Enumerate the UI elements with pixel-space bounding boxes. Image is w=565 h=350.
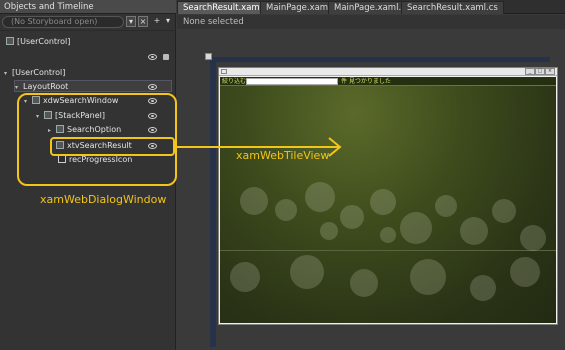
panel-header: Objects and Timeline — [0, 0, 176, 14]
tree-item-label: LayoutRoot — [23, 82, 69, 91]
bokeh-light — [230, 262, 260, 292]
dialog-content: 絞り込む 件 見つかりました — [220, 77, 556, 323]
tile-view-highlight — [50, 137, 175, 156]
close-button[interactable]: × — [545, 68, 555, 75]
dialog-window-callout: xamWebDialogWindow — [40, 193, 167, 206]
window-icon — [221, 69, 227, 74]
panel-title: Objects and Timeline — [4, 2, 94, 12]
bokeh-light — [240, 187, 268, 215]
search-input[interactable] — [246, 78, 338, 85]
top-ruler — [210, 57, 550, 62]
bokeh-light — [470, 275, 496, 301]
bokeh-light — [520, 225, 546, 251]
expand-arrow-icon[interactable]: ▾ — [15, 82, 23, 94]
filter-label: 絞り込む — [222, 78, 247, 85]
arrow-icon — [175, 137, 342, 157]
bokeh-light — [400, 212, 432, 244]
storyboard-bar: (No Storyboard open) ▾ × + ▾ — [2, 15, 174, 29]
grid-toggle-icon[interactable] — [205, 53, 212, 60]
bokeh-light — [380, 227, 396, 243]
selection-bar: None selected — [177, 15, 565, 29]
maximize-button[interactable]: □ — [535, 68, 545, 75]
tile-view-area[interactable] — [220, 87, 556, 251]
result-count-label: 件 見つかりました — [341, 78, 391, 85]
bokeh-light — [320, 222, 338, 240]
bokeh-light — [305, 182, 335, 212]
bokeh-light — [290, 255, 324, 289]
bokeh-light — [510, 257, 540, 287]
dialog-window-preview[interactable]: _ □ × 絞り込む 件 見つかりました — [218, 67, 558, 325]
storyboard-picker[interactable]: (No Storyboard open) — [2, 16, 124, 28]
minimize-button[interactable]: _ — [525, 68, 535, 75]
expand-arrow-icon[interactable]: ▾ — [4, 68, 12, 80]
selection-status: None selected — [183, 17, 244, 27]
storyboard-menu-button[interactable]: ▾ — [163, 16, 173, 27]
tab-searchresult-xaml-cs[interactable]: SearchResult.xaml.cs — [401, 1, 504, 14]
dialog-titlebar: _ □ × — [219, 68, 557, 76]
bokeh-light — [435, 195, 457, 217]
bokeh-light — [492, 199, 516, 223]
bokeh-light — [340, 205, 364, 229]
bokeh-light — [370, 189, 396, 215]
blend-workspace: Objects and Timeline (No Storyboard open… — [0, 0, 565, 350]
search-option-row: 絞り込む 件 見つかりました — [220, 77, 556, 86]
left-ruler — [210, 57, 216, 347]
tree-item-label: [UserControl] — [12, 68, 66, 77]
storyboard-dropdown-button[interactable]: ▾ — [126, 16, 136, 27]
user-control-icon — [6, 37, 14, 45]
eye-icon[interactable] — [148, 54, 157, 60]
document-tab-strip: SearchResult.xaml* MainPage.xaml* MainPa… — [177, 0, 565, 14]
bokeh-light — [410, 259, 446, 295]
design-surface[interactable]: _ □ × 絞り込む 件 見つかりました — [177, 30, 565, 350]
lock-icon[interactable] — [163, 54, 169, 60]
user-control-label: [UserControl] — [17, 37, 71, 46]
user-control-root-item[interactable]: [UserControl] — [6, 36, 70, 48]
new-storyboard-button[interactable]: + — [152, 16, 162, 27]
eye-icon[interactable] — [148, 84, 157, 90]
tab-searchresult-xaml[interactable]: SearchResult.xaml* — [177, 1, 273, 14]
close-storyboard-button[interactable]: × — [138, 16, 148, 27]
bokeh-light — [275, 199, 297, 221]
bokeh-light — [350, 269, 378, 297]
tree-item-usercontrol[interactable]: ▾ [UserControl] — [4, 67, 65, 79]
divider — [0, 30, 176, 31]
bokeh-light — [460, 217, 488, 245]
